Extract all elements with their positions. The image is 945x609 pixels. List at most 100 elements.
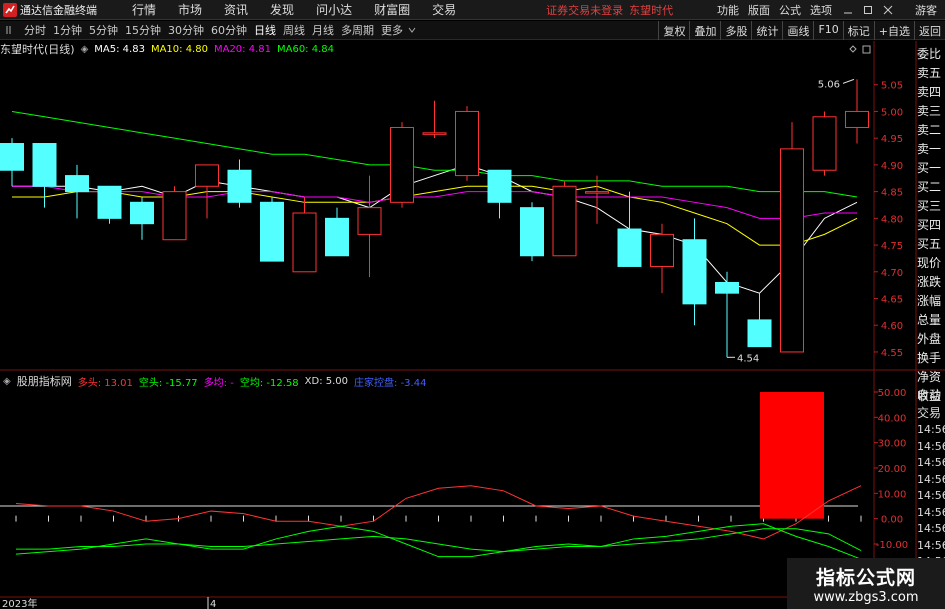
close-icon[interactable] — [881, 3, 895, 17]
side-panel-item[interactable]: 换手 — [917, 349, 945, 368]
menu-item-ask[interactable]: 问小达 — [316, 1, 352, 18]
ma-legend: 东望时代(日线) ◈ MA5: 4.83 MA10: 4.80 MA20: 4.… — [0, 42, 340, 56]
period-1min[interactable]: 1分钟 — [53, 22, 82, 38]
guest-user[interactable]: 游客 — [915, 2, 937, 18]
login-notice[interactable]: 证券交易未登录 — [546, 2, 623, 18]
tool-overlay-button[interactable]: 叠加 — [689, 21, 720, 40]
side-panel-item[interactable]: 外盘 — [917, 330, 945, 349]
period-5min[interactable]: 5分钟 — [89, 22, 118, 38]
side-panel-item[interactable]: 卖一 — [917, 140, 945, 159]
watermark-url: www.zbgs3.com — [813, 589, 919, 605]
indicator-chart — [0, 392, 862, 560]
price-tick-label: 4.75 — [881, 241, 903, 252]
tool-adjust-button[interactable]: 复权 — [658, 21, 689, 40]
indicator-toggle-icon[interactable]: ◈ — [3, 376, 11, 387]
ma-toggle-icon[interactable]: ◈ — [81, 44, 89, 55]
side-panel-item[interactable]: 买三 — [917, 197, 945, 216]
menu-item-market[interactable]: 市场 — [178, 1, 202, 18]
menu-options[interactable]: 选项 — [810, 2, 832, 18]
menu-layout[interactable]: 版面 — [748, 2, 770, 18]
diamond-icon — [849, 45, 857, 53]
axes: 4.55 4.60 4.65 4.70 4.75 4.80 4.85 4.90 4.95 5.00… — [0, 41, 945, 609]
watermark: 指标公式网 www.zbgs3.com — [787, 558, 945, 609]
panel-zoom-icon — [862, 45, 871, 54]
indicator-line — [15, 485, 862, 540]
maximize-icon[interactable] — [861, 3, 875, 17]
side-panel-time: 14:56 — [917, 439, 945, 453]
menu-formula[interactable]: 公式 — [779, 2, 801, 18]
period-60min[interactable]: 60分钟 — [211, 22, 247, 38]
candle-body-down — [32, 143, 57, 187]
side-panel-trade-item[interactable]: 自动 — [917, 386, 945, 404]
tool-mark-button[interactable]: 标记 — [842, 21, 874, 40]
indicator-long: 多头: 13.01 — [77, 377, 133, 389]
period-weekly[interactable]: 周线 — [283, 22, 305, 38]
tool-f10-button[interactable]: F10 — [813, 21, 842, 40]
indicator-short: 空头: -15.77 — [138, 377, 198, 389]
ma-line-ma20 — [12, 185, 857, 219]
candle-body-up — [292, 212, 317, 273]
tool-back-button[interactable]: 返回 — [914, 21, 945, 40]
side-panel-item[interactable]: 涨跌 — [917, 273, 945, 292]
side-panel-item[interactable]: 涨幅 — [917, 292, 945, 311]
side-panel-item[interactable]: 买一 — [917, 159, 945, 178]
indicator-legend: ◈ 股朋指标网 多头: 13.01 空头: -15.77 多均: - 空均: -… — [0, 373, 432, 389]
side-panel-item[interactable]: 委比 — [917, 45, 945, 64]
tool-stats-button[interactable]: 统计 — [751, 21, 782, 40]
chevron-down-icon[interactable] — [405, 23, 419, 37]
period-multi[interactable]: 多周期 — [341, 22, 374, 38]
side-panel-item[interactable]: 卖五 — [917, 64, 945, 83]
side-panel-item[interactable]: 净资 — [917, 368, 945, 387]
xaxis-label-month: 4 — [210, 599, 216, 609]
indicator-bar — [760, 392, 824, 519]
tool-draw-button[interactable]: 画线 — [782, 21, 813, 40]
watermark-title: 指标公式网 — [815, 566, 916, 589]
side-panel-item[interactable]: 买二 — [917, 178, 945, 197]
side-panel-item[interactable]: 卖三 — [917, 102, 945, 121]
side-panel-time: 14:56 — [917, 489, 945, 502]
side-panel-time: 14:56 — [917, 472, 945, 486]
tool-add-watchlist-button[interactable]: +自选 — [873, 21, 914, 40]
indicator-control: 庄家控盘: -3.44 — [354, 377, 427, 389]
candle-body-down — [227, 169, 252, 203]
candle-body-up — [552, 185, 577, 257]
menu-item-wealth[interactable]: 财富圈 — [374, 1, 410, 18]
period-intraday[interactable]: 分时 — [24, 22, 46, 38]
side-panel-item[interactable]: 现价 — [917, 254, 945, 273]
side-panel-item[interactable]: 买五 — [917, 235, 945, 254]
stock-name-top: 东望时代 — [629, 3, 674, 17]
side-panel-item[interactable]: 总量 — [917, 311, 945, 330]
menu-item-discover[interactable]: 发现 — [270, 1, 294, 18]
side-panel-item[interactable]: 买四 — [917, 216, 945, 235]
candle-body-down — [715, 281, 739, 294]
menu-function[interactable]: 功能 — [717, 2, 739, 18]
side-panel-item[interactable]: 卖二 — [917, 121, 945, 140]
price-tick-label: 4.90 — [881, 161, 903, 172]
minimize-icon[interactable] — [841, 3, 855, 17]
indicator-short-avg: 空均: -12.58 — [239, 377, 299, 389]
price-tick-label: 5.05 — [881, 81, 903, 92]
ma20-label: MA20: 4.81 — [213, 43, 271, 55]
candle-body-down — [65, 175, 89, 193]
period-monthly[interactable]: 月线 — [312, 22, 334, 38]
ma-line-ma60 — [11, 110, 858, 198]
indicator-line — [16, 528, 862, 553]
indicator-name[interactable]: 股朋指标网 — [17, 373, 72, 389]
side-panel-item[interactable]: 卖四 — [917, 83, 945, 102]
candle-body-up — [422, 132, 447, 135]
menu-item-quotes[interactable]: 行情 — [132, 1, 156, 18]
price-tick-label: 4.85 — [881, 188, 903, 199]
menu-item-trade[interactable]: 交易 — [432, 1, 456, 18]
period-15min[interactable]: 15分钟 — [125, 22, 161, 38]
tool-multi-stock-button[interactable]: 多股 — [720, 21, 751, 40]
side-panel-trade-item[interactable]: 交易 — [917, 404, 945, 422]
menu-item-news[interactable]: 资讯 — [224, 1, 248, 18]
price-tick-label: 4.55 — [881, 348, 903, 359]
period-more[interactable]: 更多 — [381, 22, 403, 38]
period-30min[interactable]: 30分钟 — [168, 22, 204, 38]
ma5-label: MA5: 4.83 — [94, 43, 145, 55]
period-daily[interactable]: 日线 — [254, 22, 276, 38]
sidebar-toggle-icon[interactable] — [3, 23, 17, 37]
chart-canvas[interactable]: 5.06 4.54 4.55 4.60 4.65 4.70 4.75 4.80 4.85 4.9… — [0, 0, 945, 609]
chart-title[interactable]: 东望时代(日线) — [0, 41, 75, 57]
